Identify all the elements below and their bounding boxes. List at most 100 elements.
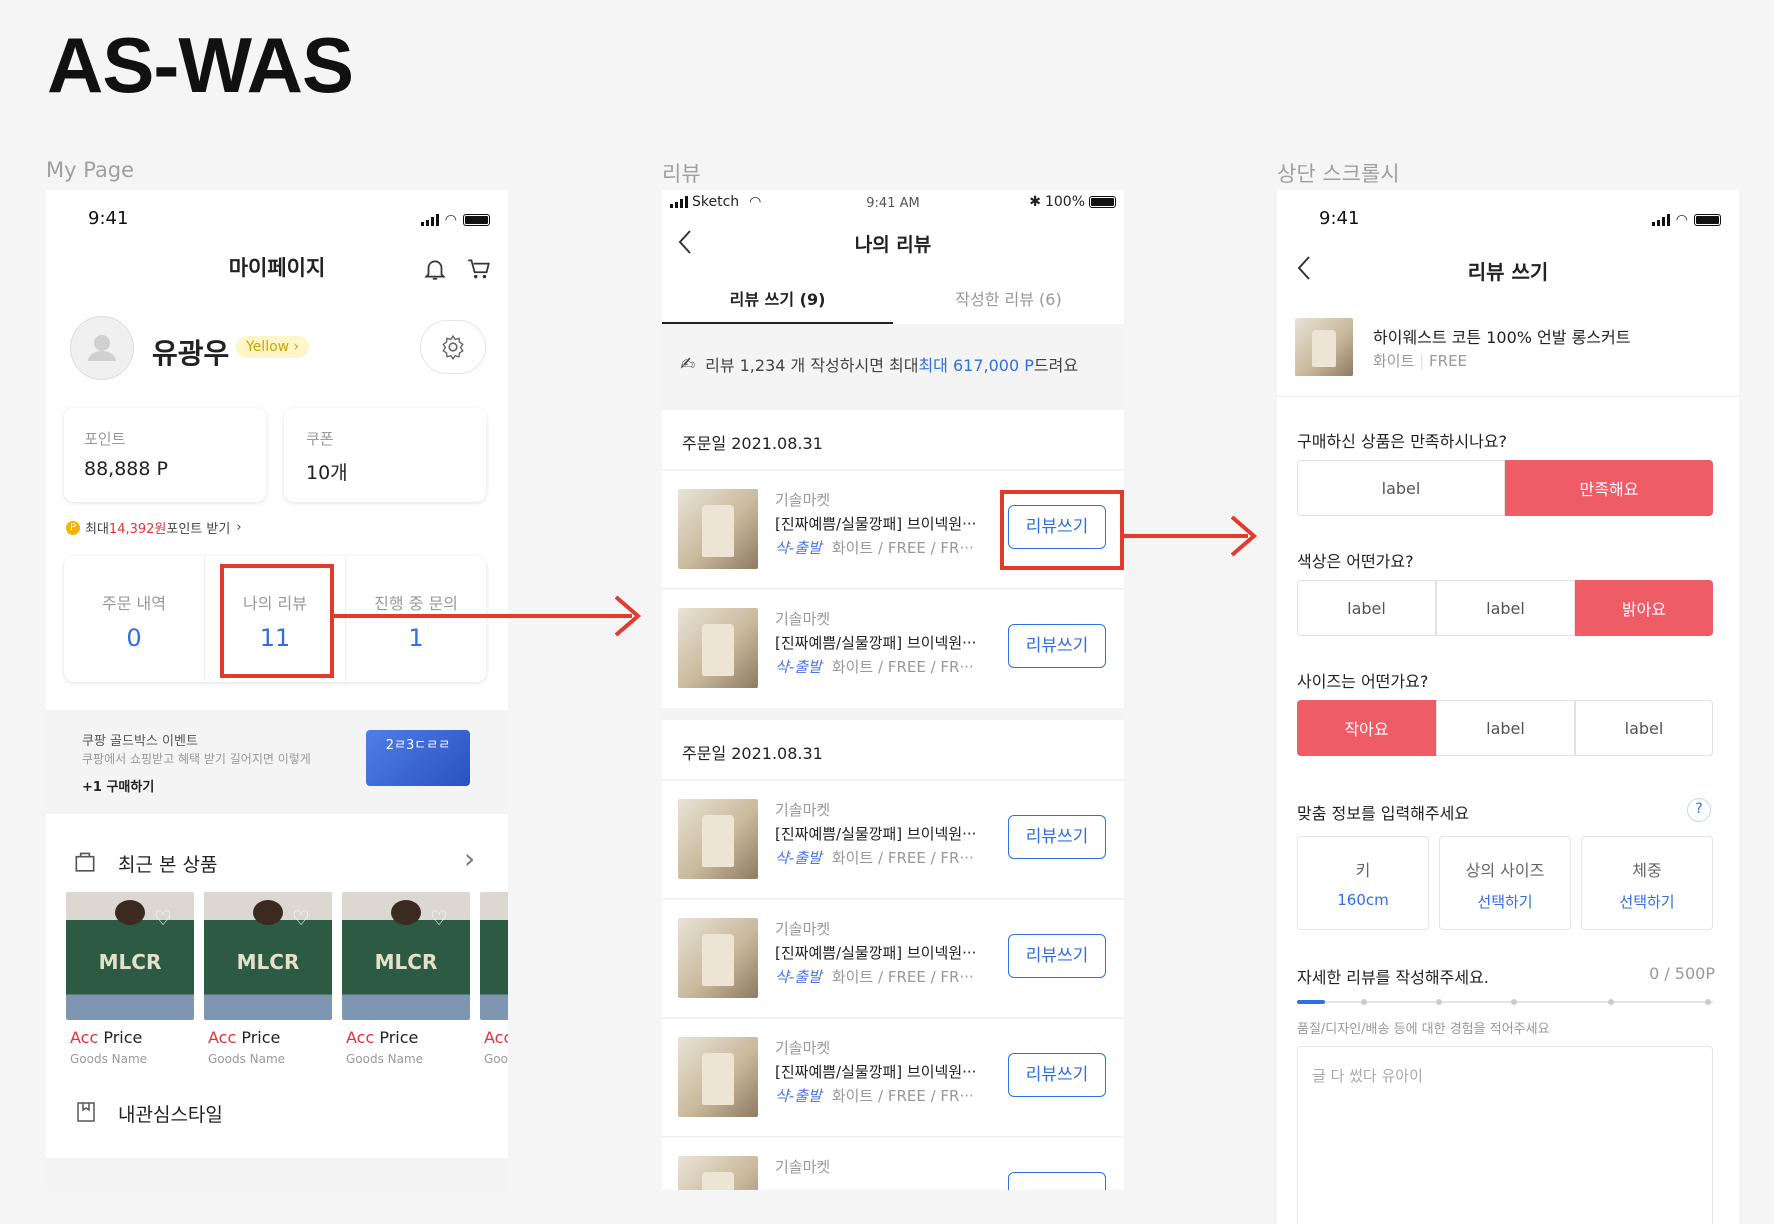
status-time: 9:41 [88, 208, 129, 229]
stat-value: 1 [408, 624, 424, 652]
bell-icon[interactable] [422, 256, 448, 282]
avatar[interactable] [70, 316, 134, 380]
item-image [678, 1156, 758, 1190]
weight-field[interactable]: 체중 선택하기 [1581, 836, 1713, 930]
coupon-card[interactable]: 쿠폰 10개 [284, 408, 486, 502]
heart-icon[interactable]: ♡ [154, 908, 176, 928]
product-price-line: Acc Price [208, 1028, 280, 1047]
heart-icon[interactable]: ♡ [292, 908, 314, 928]
item-option-text: 화이트 / FREE / FR··· [831, 658, 974, 676]
item-options: 샥-출발 화이트 / FREE / FR··· [775, 966, 974, 987]
write-review-button[interactable]: 리뷰쓰기 [1008, 815, 1106, 859]
review-item: 기솔마켓 [진짜예쁨/실물깡패] 브이넥원··· 샥-출발 화이트 / FREE … [662, 900, 1124, 1018]
banner-cta[interactable]: +1 구매하기 [82, 776, 154, 795]
item-shop: 기솔마켓 [775, 1039, 831, 1057]
review-notice: ✍ 리뷰 1,234 개 작성하시면 최대 최대 617,000 P 드려요 [680, 352, 1078, 376]
product-card[interactable]: MLCR ♡ [204, 892, 332, 1020]
item-option-text: 화이트 / FREE / FR··· [831, 1087, 974, 1105]
write-review-button-partial[interactable] [1008, 1172, 1106, 1190]
color-option[interactable]: label [1297, 580, 1436, 636]
user-name: 유광우 [152, 337, 230, 370]
coin-icon: P [66, 520, 80, 535]
satisfaction-question: 구매하신 상품은 만족하시나요? [1297, 432, 1508, 451]
stat-label: 진행 중 문의 [374, 594, 458, 613]
order-group-header: 주문일 2021.08.31 [662, 410, 1124, 470]
item-title: [진짜예쁨/실물깡패] 브이넥원··· [775, 634, 977, 652]
style-link[interactable]: 내관심스타일 [118, 1100, 223, 1127]
item-shop: 기솔마켓 [775, 920, 831, 938]
height-label: 키 [1355, 861, 1371, 880]
product-price-line: Acc [484, 1028, 508, 1047]
review-textarea[interactable]: 글 다 썼다 유아이 [1297, 1046, 1713, 1224]
item-options: 샥-출발 화이트 / FREE / FR··· [775, 537, 974, 558]
tab-written-reviews[interactable]: 작성한 리뷰 (6) [893, 280, 1124, 324]
help-icon[interactable]: ? [1687, 798, 1711, 822]
item-image [678, 608, 758, 688]
top-size-field[interactable]: 상의 사이즈 선택하기 [1439, 836, 1571, 930]
grade-badge[interactable]: Yellow › [236, 336, 310, 358]
stat-orders[interactable]: 주문 내역 0 [64, 556, 205, 682]
shipping-badge: 샥-출발 [775, 968, 822, 986]
review-item: 기솔마켓 [진짜예쁨/실물깡패] 브이넥원··· 샥-출발 화이트 / FREE … [662, 781, 1124, 899]
battery-icon [1694, 214, 1721, 226]
caption-scroll: 상단 스크롤시 [1277, 162, 1400, 186]
shipping-badge: 샥-출발 [775, 539, 822, 557]
size-option-selected[interactable]: 작아요 [1297, 700, 1436, 756]
tab-write-review[interactable]: 리뷰 쓰기 (9) [662, 280, 893, 324]
banner-image-text: 2ㄹ3ㄷㄹㄹ [385, 738, 451, 753]
item-option-text: 화이트 / FREE / FR··· [831, 539, 974, 557]
product-size: FREE [1429, 352, 1468, 370]
write-review-button[interactable]: 리뷰쓰기 [1008, 1053, 1106, 1097]
signal-icon [420, 214, 439, 226]
stat-value: 0 [126, 624, 142, 652]
product-print: MLCR [98, 950, 162, 974]
write-review-button[interactable]: 리뷰쓰기 [1008, 934, 1106, 978]
stat-inquiries[interactable]: 진행 중 문의 1 [346, 556, 486, 682]
arrow-line [334, 614, 632, 618]
promo-amount: 14,392원 [108, 522, 167, 537]
banner-image: 2ㄹ3ㄷㄹㄹ [366, 730, 470, 786]
item-shop: 기솔마켓 [775, 801, 831, 819]
review-header: Sketch ◠ 9:41 AM ✱ 100% 나의 리뷰 리뷰 쓰기 (9) … [662, 190, 1124, 324]
point-promo[interactable]: P 최대 14,392원 포인트 받기 › [66, 518, 242, 537]
size-option[interactable]: label [1436, 700, 1575, 756]
cart-icon[interactable] [466, 256, 492, 282]
settings-button[interactable] [420, 320, 486, 374]
item-shop: 기솔마켓 [775, 610, 831, 628]
point-card[interactable]: 포인트 88,888 P [64, 408, 266, 502]
pencil-icon: ✍ [680, 353, 696, 375]
point-label: 포인트 [84, 430, 126, 448]
color-option[interactable]: label [1436, 580, 1575, 636]
order-group-header: 주문일 2021.08.31 [662, 720, 1124, 780]
size-option[interactable]: label [1575, 700, 1713, 756]
weight-label: 체중 [1632, 861, 1662, 880]
battery-percent: 100% [1044, 194, 1085, 210]
item-option-text: 화이트 / FREE / FR··· [831, 968, 974, 986]
item-shop: 기솔마켓 [775, 1158, 831, 1176]
notice-prefix: 리뷰 1,234 개 작성하시면 최대 [705, 356, 919, 375]
coupon-label: 쿠폰 [306, 430, 334, 448]
color-option-selected[interactable]: 밝아요 [1575, 580, 1713, 636]
shopping-bag-icon [75, 852, 95, 872]
satisfaction-option[interactable]: label [1297, 460, 1505, 516]
event-banner[interactable]: 쿠팡 골드박스 이벤트 쿠팡에서 쇼핑받고 혜택 받기 길어지면 이렇게 +1 … [46, 710, 508, 814]
product-name: 하이웨스트 코튼 100% 언발 롱스커트 [1373, 328, 1631, 347]
height-field[interactable]: 키 160cm [1297, 836, 1429, 930]
heart-icon[interactable]: ♡ [430, 908, 452, 928]
product-card[interactable]: MLCR ♡ [342, 892, 470, 1020]
recent-more-icon[interactable]: › [464, 842, 475, 875]
product-card[interactable]: MLCR ♡ [66, 892, 194, 1020]
product-options: 화이트 | FREE [1373, 352, 1468, 370]
recent-title: 최근 본 상품 [118, 854, 218, 876]
satisfaction-option-selected[interactable]: 만족해요 [1505, 460, 1713, 516]
arrow-head-icon [614, 595, 642, 637]
item-image [678, 799, 758, 879]
progress-fill [1297, 1000, 1325, 1004]
banner-title: 쿠팡 골드박스 이벤트 [82, 734, 198, 749]
write-review-button[interactable]: 리뷰쓰기 [1008, 624, 1106, 668]
review-item: 기솔마켓 [662, 1138, 1124, 1190]
wifi-icon: ◠ [444, 212, 457, 228]
product-card[interactable] [480, 892, 508, 1020]
product-brand: Acc [70, 1028, 99, 1047]
caption-review: 리뷰 [662, 162, 701, 186]
